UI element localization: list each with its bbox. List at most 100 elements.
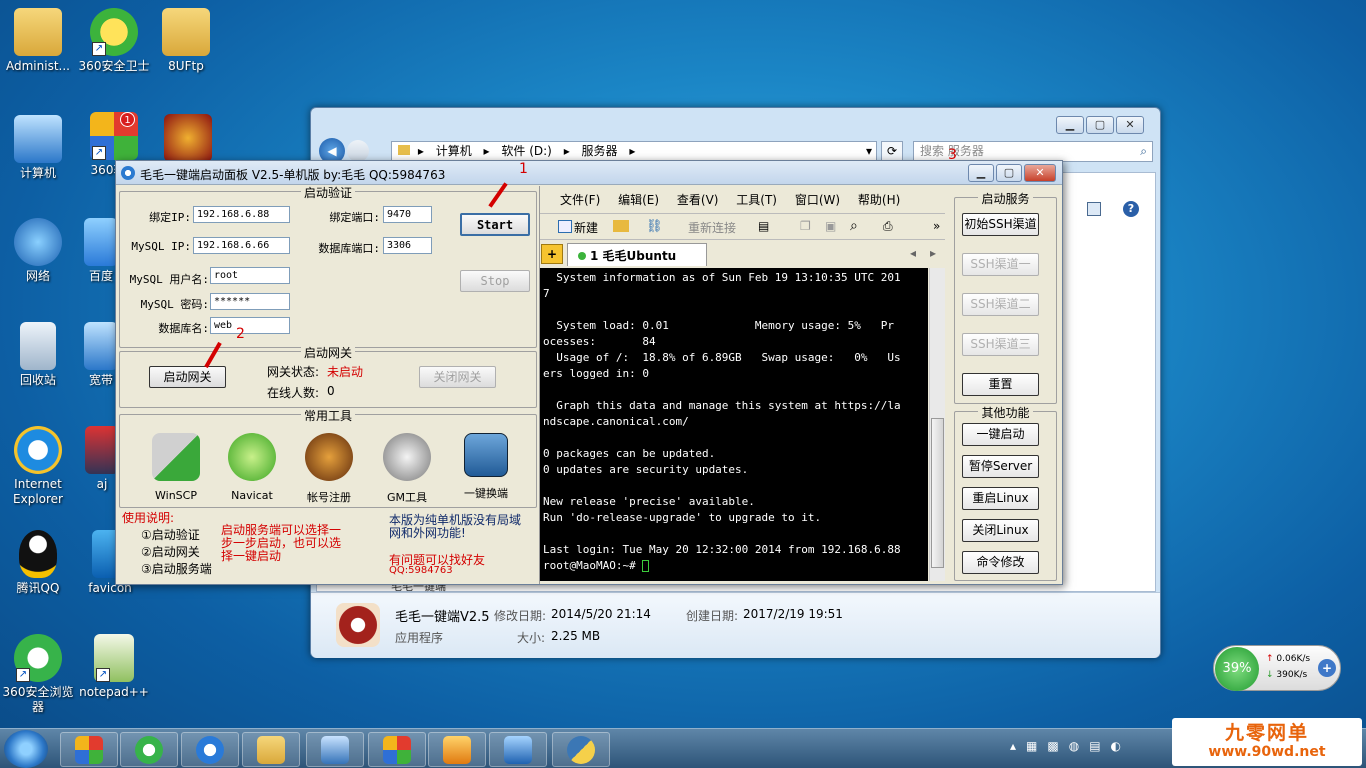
close-button[interactable]: ✕ (1116, 116, 1144, 134)
terminal-scrollbar[interactable] (929, 268, 945, 581)
desktop-icon-8uftp[interactable]: 8UFtp (148, 8, 224, 74)
forward-button[interactable] (347, 140, 369, 162)
minimize-button[interactable]: ▁ (968, 164, 994, 182)
tray-qr-icon[interactable]: ▩ (1047, 739, 1068, 753)
desktop-icon-recycle-bin[interactable]: 回收站 (0, 322, 76, 388)
reconnect-button[interactable]: 重新连接 (688, 219, 736, 236)
pause-server-button[interactable]: 暂停Server (962, 455, 1039, 478)
new-session-icon[interactable] (558, 220, 572, 233)
start-button[interactable] (4, 730, 48, 768)
close-button[interactable]: ✕ (1024, 164, 1056, 182)
taskbar-securecrt[interactable] (489, 732, 547, 767)
refresh-button[interactable]: ⟳ (881, 141, 903, 162)
scrollbar-thumb[interactable] (931, 418, 944, 568)
maximize-button[interactable]: ▢ (996, 164, 1022, 182)
desktop-icon-360-safe[interactable]: ↗ 360安全卫士 (76, 8, 152, 74)
taskbar-python[interactable] (552, 732, 610, 767)
one-key-start-button[interactable]: 一键启动 (962, 423, 1039, 446)
breadcrumb-drive[interactable]: 软件 (D:) (501, 144, 551, 158)
memory-usage-ball[interactable]: 39% (1215, 647, 1259, 691)
ssh-channel-3-button[interactable]: SSH渠道三 (962, 333, 1039, 356)
group-title: 启动网关 (120, 344, 536, 361)
settings-icon[interactable]: ▤ (758, 219, 769, 233)
desktop-icon-notepadpp[interactable]: ↗ notepad++ (76, 634, 152, 700)
start-gateway-button[interactable]: 启动网关 (149, 366, 226, 388)
taskbar-media-player[interactable] (428, 732, 486, 767)
db-name-field[interactable]: web (210, 317, 290, 334)
tab-scroll-left-icon[interactable]: ◂ (910, 246, 916, 260)
tray-chevron-icon[interactable]: ▴ (1010, 739, 1026, 753)
bind-ip-field[interactable]: 192.168.6.88 (193, 206, 290, 223)
game-icon[interactable] (164, 114, 212, 162)
menu-tools[interactable]: 工具(T) (736, 193, 777, 207)
session-tab[interactable]: 1 毛毛Ubuntu (567, 243, 707, 266)
shutdown-linux-button[interactable]: 关闭Linux (962, 519, 1039, 542)
taskbar-launcher[interactable] (306, 732, 364, 767)
open-folder-icon[interactable] (613, 220, 629, 232)
breadcrumb-computer[interactable]: 计算机 (436, 144, 472, 158)
maximize-button[interactable]: ▢ (1086, 116, 1114, 134)
menu-edit[interactable]: 编辑(E) (618, 193, 659, 207)
ssh-terminal-pane[interactable]: 文件(F) 编辑(E) 查看(V) 工具(T) 窗口(W) 帮助(H) 新建 ⛓… (539, 186, 945, 584)
mysql-ip-field[interactable]: 192.168.6.66 (193, 237, 290, 254)
desktop-icon-computer[interactable]: 计算机 (0, 115, 76, 181)
menu-help[interactable]: 帮助(H) (858, 193, 900, 207)
menu-view[interactable]: 查看(V) (677, 193, 719, 207)
desktop-icon-360-browser[interactable]: ↗ 360安全浏览器 (0, 634, 76, 715)
tool-winscp[interactable]: WinSCP (143, 433, 209, 502)
close-gateway-button[interactable]: 关闭网关 (419, 366, 496, 388)
command-edit-button[interactable]: 命令修改 (962, 551, 1039, 574)
db-port-field[interactable]: 3306 (383, 237, 432, 254)
reset-button[interactable]: 重置 (962, 373, 1039, 396)
taskbar-360-software-2[interactable] (368, 732, 426, 767)
print-icon[interactable]: ⎙ (883, 219, 893, 234)
desktop-icon-administrator[interactable]: Administ... (0, 8, 76, 74)
tool-gm[interactable]: GM工具 (374, 433, 440, 505)
address-bar[interactable]: ▸ 计算机 ▸ 软件 (D:) ▸ 服务器 ▸ ▾ (391, 141, 877, 162)
taskbar-baidu[interactable] (181, 732, 239, 767)
help-icon[interactable]: ? (1123, 201, 1139, 217)
ssh-channel-2-button[interactable]: SSH渠道二 (962, 293, 1039, 316)
copy-icon[interactable]: ❐ (800, 219, 811, 233)
add-tab-icon[interactable]: + (541, 244, 563, 264)
menu-file[interactable]: 文件(F) (560, 193, 600, 207)
menu-window[interactable]: 窗口(W) (795, 193, 840, 207)
mysql-user-field[interactable]: root (210, 267, 290, 284)
init-ssh-button[interactable]: 初始SSH渠道 (962, 213, 1039, 236)
taskbar-360-software[interactable] (60, 732, 118, 767)
taskbar-explorer[interactable] (242, 732, 300, 767)
tray-network-icon[interactable]: ▤ (1089, 739, 1110, 753)
watermark-url: www.90wd.net (1208, 744, 1326, 760)
start-button[interactable]: Start (460, 213, 530, 236)
ssh-channel-1-button[interactable]: SSH渠道一 (962, 253, 1039, 276)
add-icon[interactable]: + (1318, 659, 1336, 677)
breadcrumb-folder[interactable]: 服务器 (582, 144, 618, 158)
launcher-window[interactable]: 毛毛一键端启动面板 V2.5-单机版 by:毛毛 QQ:5984763 ▁ ▢ … (115, 147, 1063, 585)
tray-360-icon[interactable]: ◍ (1069, 739, 1089, 753)
paste-icon[interactable]: ▣ (825, 219, 836, 233)
desktop-icon-qq[interactable]: 腾讯QQ (0, 530, 76, 596)
tray-volume-icon[interactable]: ◐ (1111, 739, 1131, 753)
tab-scroll-right-icon[interactable]: ▸ (930, 246, 936, 260)
tool-navicat[interactable]: Navicat (219, 433, 285, 502)
tray-app-icon[interactable]: ▦ (1026, 739, 1047, 753)
stop-button[interactable]: Stop (460, 270, 530, 292)
taskbar-360-browser[interactable] (120, 732, 178, 767)
link-icon[interactable]: ⛓ (646, 219, 663, 234)
network-monitor[interactable]: 39% ↑ 0.06K/s ↓ 390K/s + (1213, 645, 1341, 691)
search-icon[interactable]: ⌕ (1140, 142, 1147, 161)
tool-account-register[interactable]: 帐号注册 (296, 433, 362, 505)
terminal-screen[interactable]: System information as of Sun Feb 19 13:1… (540, 268, 928, 581)
view-pane-icon[interactable] (1087, 202, 1101, 216)
find-icon[interactable]: ⌕ (850, 218, 858, 234)
desktop-icon-ie[interactable]: Internet Explorer (0, 426, 76, 507)
chevron-down-icon[interactable]: ▾ (866, 142, 872, 161)
mysql-password-field[interactable]: ****** (210, 293, 290, 310)
desktop-icon-network[interactable]: 网络 (0, 218, 76, 284)
bind-port-field[interactable]: 9470 (383, 206, 432, 223)
new-session-button[interactable]: 新建 (574, 219, 598, 236)
restart-linux-button[interactable]: 重启Linux (962, 487, 1039, 510)
minimize-button[interactable]: ▁ (1056, 116, 1084, 134)
more-chevron-icon[interactable]: » (933, 219, 940, 233)
tool-switch-client[interactable]: 一键换端 (453, 433, 519, 501)
